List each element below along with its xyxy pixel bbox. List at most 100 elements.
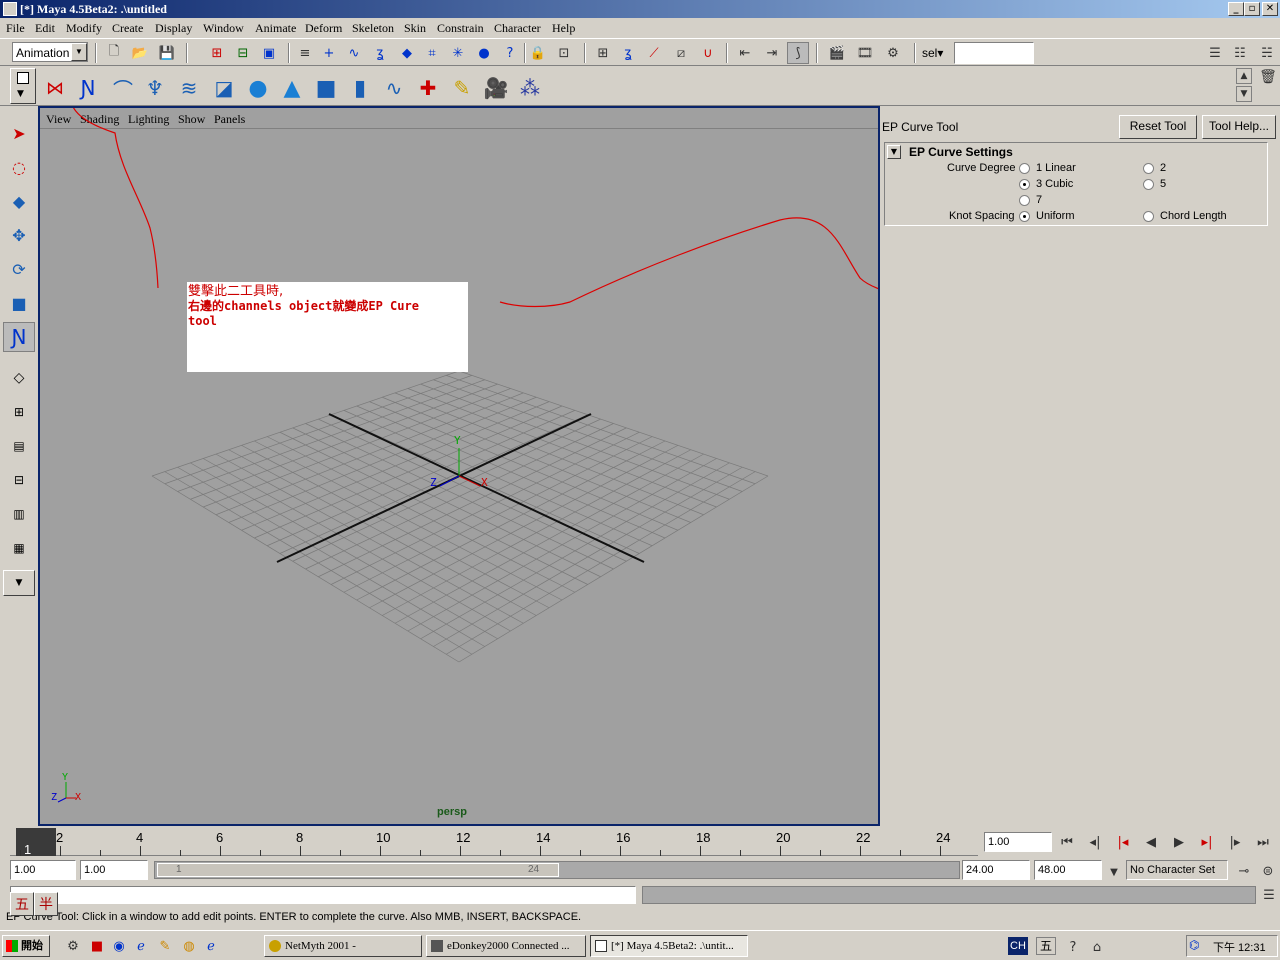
menu-skin[interactable]: Skin [404, 21, 426, 36]
quicklaunch-icon[interactable]: ℯ [130, 935, 152, 957]
snap-point-icon[interactable]: ⟋ [643, 42, 665, 64]
current-time-field[interactable]: 1.00 [984, 832, 1052, 852]
cylinder-icon[interactable]: ▮ [345, 74, 375, 102]
select-handles-icon[interactable]: + [318, 42, 340, 64]
persp-trax-layout-icon[interactable]: ▦ [3, 534, 35, 562]
language-indicator[interactable]: CH [1008, 937, 1028, 955]
current-frame-marker[interactable] [16, 828, 56, 856]
render-current-icon[interactable]: 🎞 [854, 42, 876, 64]
tool-help-button[interactable]: Tool Help... [1202, 115, 1276, 139]
time-slider[interactable]: 1 2 4 6 8 10 12 14 16 18 20 22 24 1.00 ⏮ ◂| |◂ ◀ ▶ ▸… [0, 826, 1280, 858]
tool-settings-icon[interactable]: ☷ [1229, 42, 1251, 64]
planar-icon[interactable]: ◪ [209, 74, 239, 102]
render-view-icon[interactable]: 🎬 [826, 42, 848, 64]
auto-key-icon[interactable]: ⊸ [1232, 860, 1256, 882]
highlight-selection-icon[interactable]: ⊡ [553, 42, 575, 64]
task-maya[interactable]: [*] Maya 4.5Beta2: .\untit... [590, 935, 748, 957]
menu-skeleton[interactable]: Skeleton [352, 21, 394, 36]
camera-icon[interactable]: 🎥 [481, 74, 511, 102]
mel-command-input[interactable] [10, 886, 636, 904]
quicklaunch-icon[interactable]: ✎ [154, 935, 176, 957]
quicklaunch-icon[interactable]: ◉ [108, 935, 130, 957]
joint-tool-icon[interactable]: ∿ [379, 74, 409, 102]
input-connections-icon[interactable]: ⇤ [734, 42, 756, 64]
ime-width-indicator[interactable]: 半 [34, 892, 58, 916]
select-tool-icon[interactable]: ➤ [3, 118, 35, 148]
snap-curve-icon[interactable]: ʓ [617, 42, 639, 64]
ep-curve-tool-icon[interactable]: Ɲ [73, 74, 103, 102]
new-scene-icon[interactable]: 🗋 [103, 42, 125, 64]
range-track[interactable]: 1 24 [154, 861, 960, 879]
persp-graph-layout-icon[interactable]: ⊟ [3, 466, 35, 494]
reset-tool-button[interactable]: Reset Tool [1119, 115, 1197, 139]
channel-box-icon[interactable]: ☵ [1256, 42, 1278, 64]
quicklaunch-icon[interactable]: ⚙ [62, 935, 84, 957]
quick-selection-input[interactable] [954, 42, 1034, 64]
task-netmyth[interactable]: NetMyth 2001 - [264, 935, 422, 957]
collapse-arrow-icon[interactable]: ▼ [887, 145, 901, 159]
ime-indicator[interactable]: 五 [1036, 937, 1056, 955]
select-object-icon[interactable]: ⊟ [232, 42, 254, 64]
animation-start-field[interactable]: 1.00 [10, 860, 76, 880]
snap-view-plane-icon[interactable]: ⧄ [670, 42, 692, 64]
save-scene-icon[interactable]: 💾 [156, 42, 178, 64]
knot-chord-length-radio[interactable] [1143, 211, 1154, 222]
select-surfaces-icon[interactable]: ◆ [396, 42, 418, 64]
select-misc-icon[interactable]: ? [499, 42, 521, 64]
animation-prefs-icon[interactable]: ⊜ [1258, 860, 1278, 882]
step-forward-key-icon[interactable]: ▸| [1196, 831, 1218, 853]
last-tool-ep-curve-icon[interactable]: Ɲ [3, 322, 35, 352]
play-backwards-icon[interactable]: ◀ [1140, 831, 1162, 853]
close-button[interactable]: ✕ [1262, 2, 1278, 16]
ik-handle-icon[interactable]: ✚ [413, 74, 443, 102]
select-rendering-icon[interactable]: ● [473, 42, 495, 64]
menu-create[interactable]: Create [112, 21, 143, 36]
four-pane-layout-icon[interactable]: ⊞ [3, 398, 35, 426]
make-live-icon[interactable]: ∪ [697, 42, 719, 64]
menu-help[interactable]: Help [552, 21, 575, 36]
maya-app-icon[interactable] [3, 2, 17, 16]
menu-display[interactable]: Display [155, 21, 192, 36]
quick-selection-label[interactable]: sel▾ [922, 46, 943, 60]
cv-curve-tool-icon[interactable]: ⋈ [40, 74, 70, 102]
start-button[interactable]: 開始 [2, 935, 50, 957]
cone-icon[interactable]: ▲ [277, 74, 307, 102]
degree-1-linear-radio[interactable] [1019, 163, 1030, 174]
degree-3-cubic-radio[interactable] [1019, 179, 1030, 190]
quicklaunch-icon[interactable]: ℯ [200, 935, 222, 957]
menu-set-select[interactable]: Animation ▼ [12, 42, 88, 62]
perspective-viewport[interactable]: View Shading Lighting Show Panels Y X Z … [38, 106, 880, 826]
quicklaunch-icon[interactable]: ■ [86, 935, 108, 957]
lock-selection-icon[interactable]: 🔒 [527, 42, 549, 64]
cube-icon[interactable]: ■ [311, 74, 341, 102]
ime-mode-indicator[interactable]: 五 [10, 892, 34, 916]
construction-history-icon[interactable]: ⟆ [787, 42, 809, 64]
network-icon[interactable]: ⌬ [1189, 938, 1199, 952]
select-curves-icon[interactable]: ʓ [369, 42, 391, 64]
menu-modify[interactable]: Modify [66, 21, 102, 36]
chevron-down-icon[interactable]: ▼ [1103, 861, 1125, 883]
knot-uniform-radio[interactable] [1019, 211, 1030, 222]
hypershade-layout-icon[interactable]: ▥ [3, 500, 35, 528]
particle-icon[interactable]: ⁂ [515, 74, 545, 102]
chevron-down-icon[interactable]: ▼ [71, 43, 87, 61]
degree-7-radio[interactable] [1019, 195, 1030, 206]
animation-end-field[interactable]: 48.00 [1034, 860, 1102, 880]
snap-grid-icon[interactable]: ⊞ [592, 42, 614, 64]
playback-end-field[interactable]: 24.00 [962, 860, 1030, 880]
menu-window[interactable]: Window [203, 21, 244, 36]
tray-icon[interactable]: ⌂ [1086, 936, 1108, 958]
go-to-start-icon[interactable]: ⏮ [1056, 831, 1078, 853]
range-slider-handle[interactable]: 1 24 [157, 863, 559, 877]
play-forwards-icon[interactable]: ▶ [1168, 831, 1190, 853]
mask-menu-icon[interactable]: ≡ [294, 42, 316, 64]
go-to-end-icon[interactable]: ⏭ [1252, 831, 1274, 853]
move-tool-icon[interactable]: ✥ [3, 220, 35, 250]
help-icon[interactable]: ? [1062, 936, 1084, 958]
script-editor-icon[interactable]: ☰ [1260, 884, 1278, 906]
persp-outliner-layout-icon[interactable]: ▤ [3, 432, 35, 460]
maximize-button[interactable]: ▫ [1244, 2, 1260, 16]
menu-animate[interactable]: Animate [255, 21, 296, 36]
render-globals-icon[interactable]: ⚙ [882, 42, 904, 64]
revolve-icon[interactable]: ♆ [140, 74, 170, 102]
